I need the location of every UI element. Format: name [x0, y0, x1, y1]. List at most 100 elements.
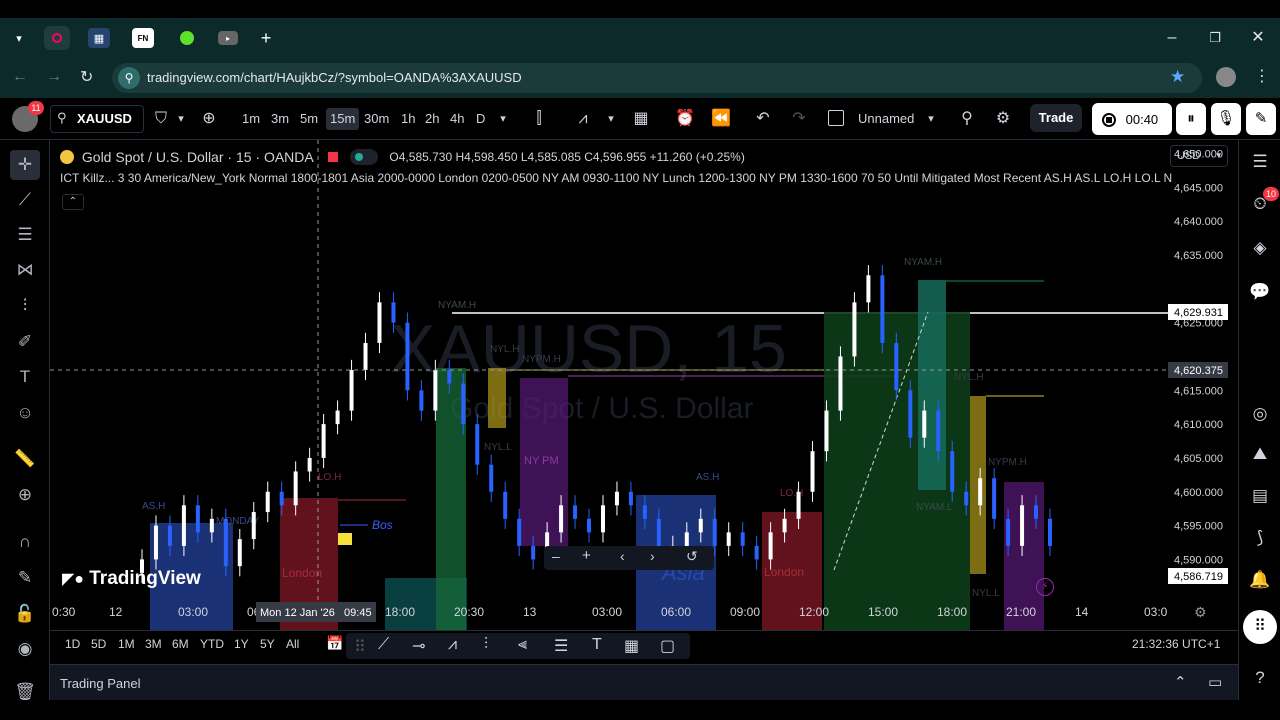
tf-d[interactable]: D — [476, 108, 485, 130]
scroll-right-icon[interactable]: › — [650, 548, 655, 564]
lock-icon[interactable]: 🔓 — [13, 602, 37, 626]
range-all[interactable]: All — [286, 637, 299, 651]
range-1y[interactable]: 1Y — [234, 637, 249, 651]
browser-tab-green[interactable] — [176, 28, 198, 48]
chart-legend[interactable]: Gold Spot / U.S. Dollar · 15 · OANDA O4,… — [60, 148, 745, 166]
tf-3m[interactable]: 3m — [271, 108, 289, 130]
microphone-icon[interactable]: 🎙 — [1211, 103, 1241, 135]
browser-tab-fn[interactable]: FN — [132, 28, 154, 48]
templates-icon[interactable]: ▦ — [630, 108, 652, 130]
reset-chart-icon[interactable]: ↺ — [686, 548, 698, 565]
indicators-icon[interactable]: ⩘ — [572, 108, 594, 130]
rectangle-tool-icon[interactable]: ▢ — [660, 636, 675, 656]
browser-menu-icon[interactable]: ⋮ — [1254, 66, 1270, 86]
maximize-panel-icon[interactable]: ▭ — [1208, 673, 1222, 691]
fib-tool-icon[interactable]: ⫷ — [518, 636, 527, 654]
close-window-icon[interactable]: ✕ — [1246, 26, 1270, 50]
profile-avatar[interactable] — [1216, 67, 1236, 87]
zoom-in-button-icon[interactable]: + — [582, 547, 591, 564]
tf-chevron-icon[interactable]: ▾ — [492, 108, 514, 130]
calendar-icon[interactable]: ▤ — [1248, 484, 1272, 508]
browser-tab-record[interactable] — [44, 26, 70, 50]
undo-icon[interactable]: ↶ — [752, 108, 774, 130]
price-axis[interactable]: 4,650.0004,645.0004,640.0004,635.0004,62… — [1174, 149, 1223, 567]
bookmark-star-icon[interactable]: ★ — [1170, 67, 1185, 87]
candle-type-icon[interactable]: ⫿ — [528, 108, 550, 130]
collapse-legend-icon[interactable]: ⌃ — [62, 194, 84, 210]
indicator-legend[interactable]: ICT Killz... 3 30 America/New_York Norma… — [60, 171, 1172, 185]
axis-settings-icon[interactable]: ⚙ — [1194, 604, 1207, 621]
replay-icon[interactable]: ⏪ — [710, 108, 732, 130]
watchlist-icon[interactable]: ☰ — [1248, 150, 1272, 174]
indicators-chevron-icon[interactable]: ▾ — [600, 108, 622, 130]
notifications-bell-icon[interactable]: 🔔 — [1248, 568, 1272, 592]
tf-15m[interactable]: 15m — [326, 108, 360, 130]
table-tool-icon[interactable]: ▦ — [624, 636, 639, 656]
chart-pane[interactable]: XAUUSD, 15 Gold Spot / U.S. Dollar AS.H … — [50, 140, 1238, 630]
target-icon[interactable]: ◎ — [1248, 402, 1272, 426]
layout-chevron-icon[interactable]: ▾ — [920, 108, 942, 130]
forward-icon[interactable]: → — [46, 68, 66, 88]
text-tool-icon[interactable]: T — [13, 365, 37, 389]
text-tool-small-icon[interactable]: T — [592, 636, 602, 654]
range-5y[interactable]: 5Y — [260, 637, 275, 651]
path-tool-icon[interactable]: ⩘ — [448, 636, 457, 654]
ideas-icon[interactable]: ⛰ — [1248, 442, 1272, 466]
pause-icon[interactable]: ⏸ — [1176, 103, 1206, 135]
chevron-down-icon[interactable]: ▾ — [170, 108, 192, 130]
flag-icon[interactable] — [327, 152, 338, 163]
stay-drawing-icon[interactable]: ✎ — [13, 566, 37, 590]
range-3m[interactable]: 3M — [145, 637, 162, 651]
lines-tool-icon[interactable]: ☰ — [554, 636, 568, 656]
tf-4h[interactable]: 4h — [450, 108, 464, 130]
tf-1m[interactable]: 1m — [242, 108, 260, 130]
tf-2h[interactable]: 2h — [425, 108, 439, 130]
range-5d[interactable]: 5D — [91, 637, 106, 651]
symbol-search[interactable]: ⚲ XAUUSD — [50, 105, 144, 133]
tf-30m[interactable]: 30m — [364, 108, 389, 130]
range-1m[interactable]: 1M — [118, 637, 135, 651]
layout-name[interactable]: Unnamed — [858, 108, 914, 130]
restore-icon[interactable]: ❐ — [1203, 26, 1227, 50]
url-input[interactable]: ⚲ tradingview.com/chart/HAujkbCz/?symbol… — [112, 63, 1202, 93]
alert-icon[interactable]: ⏰ — [674, 108, 696, 130]
clock-timezone[interactable]: 21:32:36 UTC+1 — [1132, 637, 1220, 651]
site-info-icon[interactable]: ⚲ — [118, 67, 140, 89]
layers-icon[interactable]: ◈ — [1248, 236, 1272, 260]
zoom-out-icon[interactable]: – — [552, 548, 560, 564]
recording-button[interactable]: 00:40 — [1092, 103, 1172, 135]
draw-toggle-icon[interactable]: ✎ — [1246, 103, 1276, 135]
trade-button[interactable]: Trade — [1030, 104, 1082, 132]
reload-icon[interactable]: ↻ — [80, 67, 100, 87]
tf-1h[interactable]: 1h — [401, 108, 415, 130]
add-symbol-icon[interactable]: ⊕ — [198, 108, 220, 130]
stream-icon[interactable]: ⟆ — [1248, 526, 1272, 550]
emoji-icon[interactable]: ☺ — [13, 401, 37, 425]
compare-icon[interactable]: ⛉ — [150, 108, 172, 130]
layout-checkbox-icon[interactable] — [828, 110, 844, 126]
minimize-icon[interactable]: – — [1160, 26, 1184, 50]
trend-line-icon[interactable]: ⟋ — [13, 188, 37, 212]
line-tool-icon[interactable]: ⟋ — [378, 636, 389, 654]
tf-5m[interactable]: 5m — [300, 108, 318, 130]
browser-tab-tv[interactable]: ▦ — [88, 28, 110, 48]
channel-tool-icon[interactable]: ⫶ — [484, 636, 488, 654]
apps-grid-icon[interactable]: ⠿ — [1243, 610, 1277, 644]
crosshair-icon[interactable]: ✛ — [10, 150, 40, 180]
help-icon[interactable]: ? — [1248, 666, 1272, 690]
drag-handle-icon[interactable]: ⠿ — [354, 637, 366, 657]
lightning-icon[interactable]: ⚡ — [1036, 578, 1054, 596]
settings-gear-icon[interactable]: ⚙ — [992, 108, 1014, 130]
range-1d[interactable]: 1D — [65, 637, 80, 651]
currency-select[interactable]: USD ▾ — [1170, 145, 1228, 167]
scroll-left-icon[interactable]: ‹ — [620, 548, 625, 564]
eye-icon[interactable]: ◉ — [13, 637, 37, 661]
back-icon[interactable]: ← — [12, 68, 32, 88]
date-range-icon[interactable]: 📅 — [326, 635, 343, 652]
magnet-icon[interactable]: ∩ — [13, 530, 37, 554]
hline-tool-icon[interactable]: ⊸ — [412, 636, 425, 656]
projection-icon[interactable]: ⫶ — [13, 294, 37, 318]
new-tab-icon[interactable]: + — [255, 28, 277, 48]
pattern-icon[interactable]: ⋈ — [13, 258, 37, 282]
quick-search-icon[interactable]: ⚲ — [956, 108, 978, 130]
